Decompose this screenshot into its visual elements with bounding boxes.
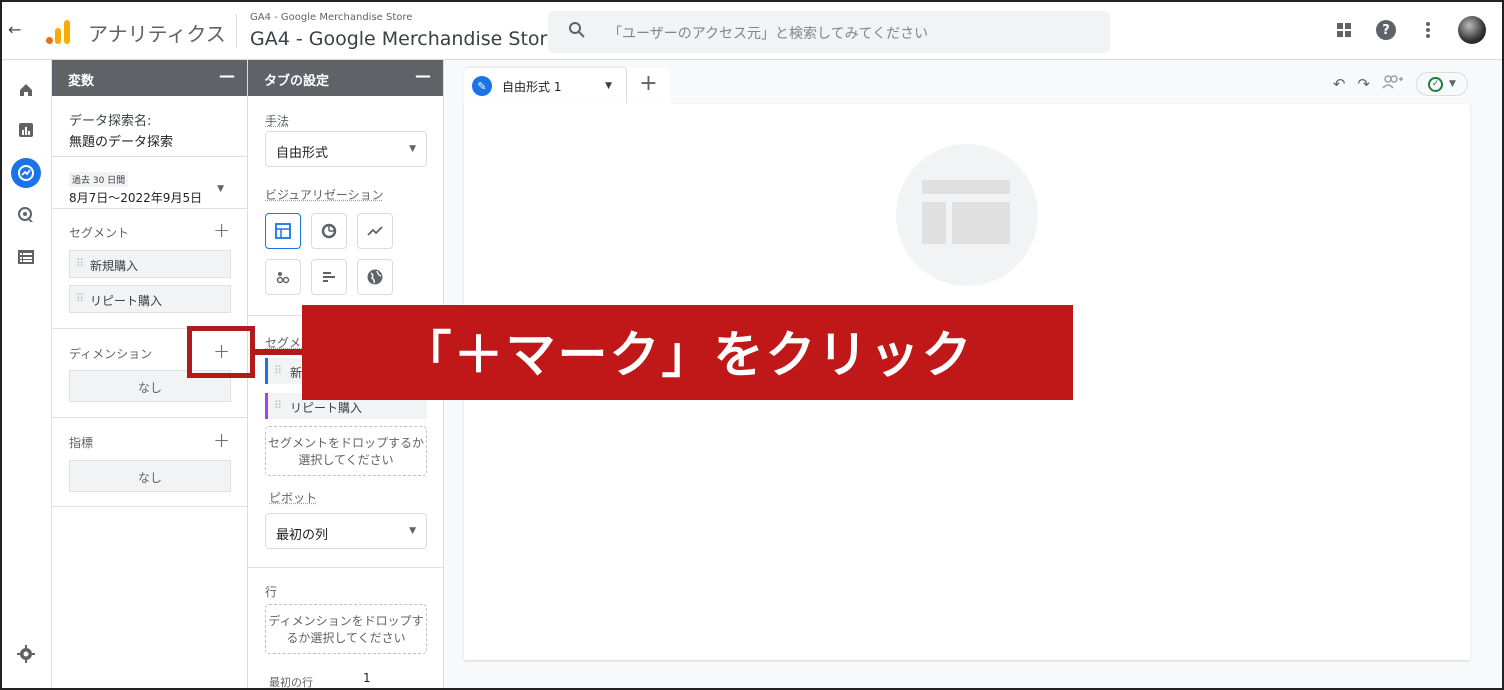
search-placeholder: 「ユーザーのアクセス元」と検索してみてください — [608, 26, 929, 42]
add-tab-button[interactable]: + — [626, 68, 670, 104]
top-bar: ← アナリティクス GA4 - Google Merchandise Store… — [0, 0, 1504, 60]
minimize-tab-settings-button[interactable]: — — [415, 66, 431, 85]
technique-value: 自由形式 — [276, 146, 329, 161]
tab-settings-title: タブの設定 — [264, 74, 330, 89]
analytics-logo-icon[interactable] — [46, 18, 72, 44]
geo-map-viz-icon[interactable] — [357, 259, 393, 295]
canvas-toolbar: ↶ ↷ ✓ ▼ — [1333, 72, 1468, 96]
status-check-dropdown[interactable]: ✓ ▼ — [1416, 72, 1468, 96]
segment-chip[interactable]: ⠿ リピート購入 — [69, 285, 231, 313]
settings-gear-icon[interactable] — [14, 642, 38, 666]
metrics-empty: なし — [69, 460, 231, 492]
segment-chip-label: リピート購入 — [90, 294, 163, 308]
tab-freeform-1[interactable]: ✎ 自由形式 1 ▼ — [464, 68, 626, 104]
pivot-label: ピボット — [269, 491, 318, 505]
tab-dropdown-icon[interactable]: ▼ — [605, 81, 612, 91]
rows-label: 行 — [265, 585, 278, 599]
instruction-callout: 「＋マーク」をクリック — [302, 305, 1073, 400]
apps-grid-icon[interactable] — [1332, 18, 1356, 42]
metrics-section: 指標 + なし — [52, 428, 248, 514]
top-icons: ? — [1332, 16, 1486, 44]
pivot-label-wrap: ピボット — [248, 487, 444, 506]
redo-icon[interactable]: ↷ — [1357, 75, 1370, 93]
first-row-label: 最初の行 — [269, 676, 313, 689]
visualization-label: ビジュアリゼーション — [265, 188, 384, 202]
dropdown-arrow-icon: ▼ — [409, 144, 416, 154]
minimize-variables-button[interactable]: — — [219, 66, 235, 85]
segment-chip-label: 新規購入 — [90, 259, 139, 273]
exploration-name-label: データ探索名: — [69, 114, 152, 129]
variables-header: 変数 — — [52, 60, 247, 96]
technique-label: 手法 — [265, 114, 290, 128]
add-segment-button[interactable]: + — [213, 218, 230, 242]
divider — [236, 14, 237, 48]
explore-icon[interactable] — [11, 158, 41, 188]
tab-name: 自由形式 1 — [502, 80, 562, 94]
date-range-section[interactable]: 過去 30 日間 8月7日～2022年9月5日 ▼ — [52, 168, 248, 206]
segments-section: セグメント + ⠿ 新規購入 ⠿ リピート購入 — [52, 218, 248, 324]
segment-drop-zone[interactable]: セグメントをドロップするか選択してください — [265, 426, 427, 476]
configure-list-icon[interactable] — [14, 245, 38, 269]
first-row-value[interactable]: 1 — [363, 671, 371, 685]
pivot-value: 最初の列 — [276, 528, 329, 543]
variables-title: 変数 — [68, 74, 95, 89]
technique-label-wrap: 手法 — [248, 110, 444, 129]
exploration-name[interactable]: 無題のデータ探索 — [69, 131, 248, 150]
divider — [52, 156, 248, 157]
segment-chip[interactable]: ⠿ 新規購入 — [69, 250, 231, 278]
property-account-label[interactable]: GA4 - Google Merchandise Store — [250, 12, 412, 23]
exploration-name-section: データ探索名: 無題のデータ探索 — [52, 110, 248, 150]
help-icon[interactable]: ? — [1374, 18, 1398, 42]
bar-chart-viz-icon[interactable] — [311, 259, 347, 295]
rows-drop-zone[interactable]: ディメンションをドロップするか選択してください — [265, 604, 427, 654]
donut-chart-viz-icon[interactable] — [311, 213, 347, 249]
table-viz-icon[interactable] — [265, 213, 301, 249]
property-selector[interactable]: GA4 - Google Merchandise Store — [250, 28, 559, 50]
undo-icon[interactable]: ↶ — [1333, 75, 1346, 93]
check-icon: ✓ — [1428, 76, 1444, 92]
search-bar[interactable]: 「ユーザーのアクセス元」と検索してみてください — [548, 11, 1110, 53]
divider — [52, 506, 248, 507]
first-row-section: 最初の行 1 — [248, 671, 444, 690]
rows-label-wrap: 行 — [248, 581, 444, 600]
line-chart-viz-icon[interactable] — [357, 213, 393, 249]
search-icon — [568, 21, 586, 44]
visualization-label-wrap: ビジュアリゼーション — [248, 184, 444, 203]
divider — [52, 208, 248, 209]
table-placeholder-icon — [896, 144, 1038, 286]
technique-dropdown[interactable]: 自由形式 ▼ — [265, 131, 427, 167]
left-nav — [0, 60, 52, 690]
advertising-icon[interactable] — [14, 203, 38, 227]
scatter-plot-viz-icon[interactable] — [265, 259, 301, 295]
tab-settings-header: タブの設定 — — [248, 60, 443, 96]
home-icon[interactable] — [14, 78, 38, 102]
dropdown-arrow-icon: ▼ — [409, 526, 416, 536]
share-people-icon[interactable] — [1382, 74, 1404, 94]
back-arrow-icon[interactable]: ← — [8, 20, 26, 40]
divider — [248, 567, 444, 568]
pencil-icon: ✎ — [472, 76, 492, 96]
divider — [52, 417, 248, 418]
reports-icon[interactable] — [14, 118, 38, 142]
highlight-box — [187, 326, 255, 378]
chevron-down-icon: ▼ — [1449, 79, 1456, 89]
add-metric-button[interactable]: + — [213, 428, 230, 452]
compare-segment-label: リピート購入 — [290, 401, 363, 415]
avatar[interactable] — [1458, 16, 1486, 44]
pivot-dropdown[interactable]: 最初の列 ▼ — [265, 513, 427, 549]
app-name[interactable]: アナリティクス — [88, 18, 226, 47]
more-vert-icon[interactable] — [1416, 18, 1440, 42]
date-preset-badge: 過去 30 日間 — [69, 172, 129, 187]
date-dropdown-icon[interactable]: ▼ — [217, 184, 224, 194]
